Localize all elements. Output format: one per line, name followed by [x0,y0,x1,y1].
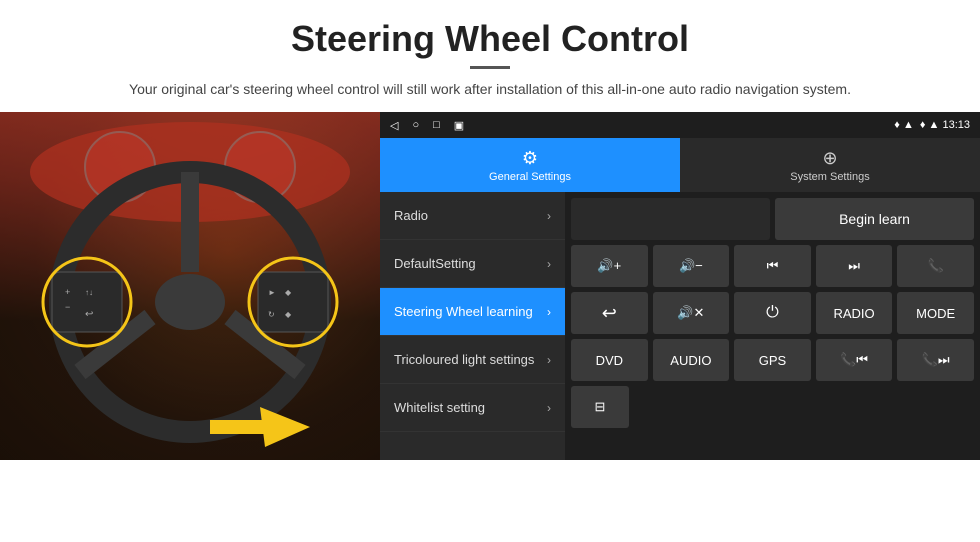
menu-item-tricoloured[interactable]: Tricoloured light settings › [380,336,565,384]
svg-text:◆: ◆ [285,288,292,297]
tab-system-label: System Settings [790,171,869,183]
dvd-label: DVD [596,353,623,368]
menu-radio-chevron: › [547,209,551,223]
phone-button[interactable]: 📞 [897,245,974,287]
page-title: Steering Wheel Control [40,18,940,60]
next-track-icon: ⏭ [848,258,860,274]
phone-prev-button[interactable]: 📞⏮ [816,339,893,381]
back-icon: ↩ [602,303,617,324]
menu-item-radio[interactable]: Radio › [380,192,565,240]
steering-wheel-svg: + − ↑↓ ↩ ► ◆ ↻ ◆ [0,112,380,460]
status-bar: ◁ ○ □ ▣ ♦ ▲ ♦ ▲ 13:13 [380,112,980,138]
radio-label: RADIO [833,306,874,321]
time-display: ♦ ▲ 13:13 [920,119,970,131]
cast-nav-icon[interactable]: ▣ [454,119,464,132]
menu-steering-chevron: › [547,305,551,319]
vol-up-button[interactable]: 🔊+ [571,245,648,287]
subtitle-text: Your original car's steering wheel contr… [40,79,940,100]
begin-learn-row: Begin learn [571,198,974,240]
menu-tricoloured-chevron: › [547,353,551,367]
menu-tricoloured-label: Tricoloured light settings [394,352,547,367]
list-button[interactable]: ⊟ [571,386,629,428]
title-divider [470,66,510,69]
svg-text:+: + [65,287,70,297]
power-icon: ⏻ [766,304,779,322]
mute-button[interactable]: 🔊✕ [653,292,730,334]
signal-icon: ♦ ▲ [894,119,914,131]
button-row-2: ↩ 🔊✕ ⏻ RADIO MODE [571,292,974,334]
menu-whitelist-chevron: › [547,401,551,415]
gps-label: GPS [759,353,786,368]
dvd-button[interactable]: DVD [571,339,648,381]
status-bar-nav: ◁ ○ □ ▣ [390,119,464,132]
back-nav-icon[interactable]: ◁ [390,119,398,132]
menu-list: Radio › DefaultSetting › Steering Wheel … [380,192,565,460]
vol-up-icon: 🔊+ [597,258,621,274]
sw-background: + − ↑↓ ↩ ► ◆ ↻ ◆ [0,112,380,460]
status-bar-info: ♦ ▲ ♦ ▲ 13:13 [894,119,970,131]
recent-nav-icon[interactable]: □ [433,119,440,131]
menu-item-default-setting[interactable]: DefaultSetting › [380,240,565,288]
menu-item-steering-wheel[interactable]: Steering Wheel learning › [380,288,565,336]
phone-next-icon: 📞⏭ [922,352,950,368]
vol-down-button[interactable]: 🔊− [653,245,730,287]
menu-item-whitelist[interactable]: Whitelist setting › [380,384,565,432]
power-button[interactable]: ⏻ [734,292,811,334]
button-row-4: ⊟ [571,386,974,428]
tab-system-settings[interactable]: ⊕ System Settings [680,138,980,192]
mute-icon: 🔊✕ [677,305,704,321]
tab-general-label: General Settings [489,171,571,183]
svg-text:↻: ↻ [268,310,275,319]
svg-text:◆: ◆ [285,310,292,319]
button-row-3: DVD AUDIO GPS 📞⏮ 📞⏭ [571,339,974,381]
system-settings-icon: ⊕ [822,148,837,169]
general-settings-icon: ⚙ [522,148,538,169]
audio-button[interactable]: AUDIO [653,339,730,381]
svg-text:↑↓: ↑↓ [85,288,93,297]
next-track-button[interactable]: ⏭ [816,245,893,287]
radio-button[interactable]: RADIO [816,292,893,334]
button-row-1: 🔊+ 🔊− ⏮ ⏭ 📞 [571,245,974,287]
android-ui: ◁ ○ □ ▣ ♦ ▲ ♦ ▲ 13:13 ⚙ General Settings… [380,112,980,460]
svg-text:↩: ↩ [85,309,93,320]
back-button[interactable]: ↩ [571,292,648,334]
vol-down-icon: 🔊− [679,258,703,274]
svg-text:►: ► [268,288,276,297]
empty-input-cell [571,198,770,240]
home-nav-icon[interactable]: ○ [412,119,419,131]
gps-button[interactable]: GPS [734,339,811,381]
begin-learn-button[interactable]: Begin learn [775,198,974,240]
prev-track-icon: ⏮ [767,258,779,274]
top-section: Steering Wheel Control Your original car… [0,0,980,112]
content-area: + − ↑↓ ↩ ► ◆ ↻ ◆ ◁ [0,112,980,460]
menu-whitelist-label: Whitelist setting [394,400,547,415]
tab-general-settings[interactable]: ⚙ General Settings [380,138,680,192]
audio-label: AUDIO [670,353,711,368]
phone-next-button[interactable]: 📞⏭ [897,339,974,381]
steering-wheel-photo: + − ↑↓ ↩ ► ◆ ↻ ◆ [0,112,380,460]
mode-button[interactable]: MODE [897,292,974,334]
phone-icon: 📞 [928,258,944,274]
menu-steering-label: Steering Wheel learning [394,304,547,319]
menu-default-chevron: › [547,257,551,271]
prev-track-button[interactable]: ⏮ [734,245,811,287]
main-content: Radio › DefaultSetting › Steering Wheel … [380,192,980,460]
tab-bar: ⚙ General Settings ⊕ System Settings [380,138,980,192]
right-panel: Begin learn 🔊+ 🔊− ⏮ ⏭ [565,192,980,460]
phone-prev-icon: 📞⏮ [840,352,868,368]
menu-default-label: DefaultSetting [394,256,547,271]
list-icon: ⊟ [595,399,606,415]
svg-text:−: − [65,302,70,312]
menu-radio-label: Radio [394,208,547,223]
mode-label: MODE [916,306,955,321]
